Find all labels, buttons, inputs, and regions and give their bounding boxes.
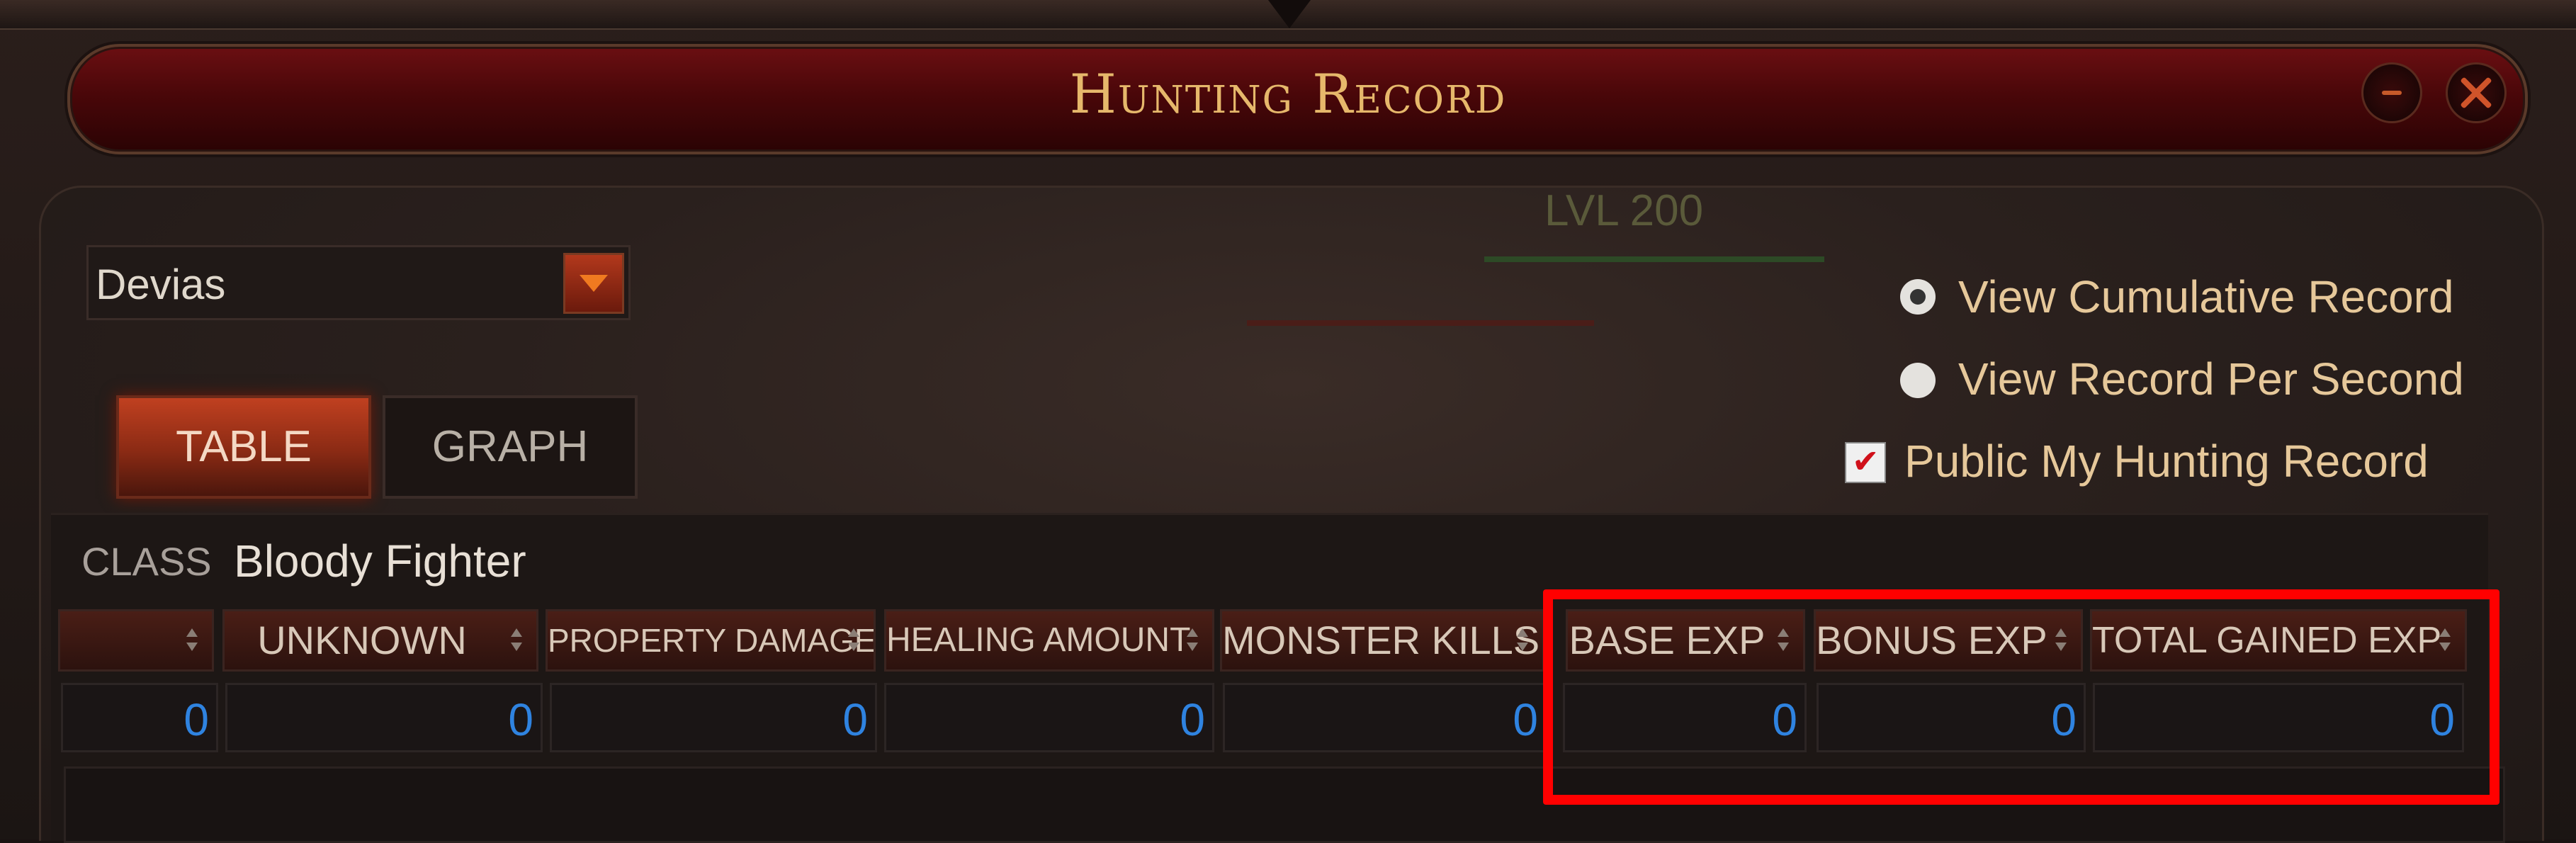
dropdown-arrow-button[interactable] [563, 253, 624, 314]
map-dropdown-value: Devias [96, 261, 226, 308]
sort-icon [185, 627, 199, 654]
column-header-unknown[interactable]: UNKNOWN [222, 609, 538, 672]
public-record-label: Public My Hunting Record [1904, 436, 2429, 487]
table-cell: 0 [884, 683, 1214, 752]
public-record-checkbox[interactable]: ✔ [1845, 442, 1886, 483]
option-view-per-second-label: View Record Per Second [1958, 353, 2464, 404]
column-header-healing-amount[interactable]: HEALING AMOUNT [884, 609, 1214, 672]
radio-view-per-second[interactable] [1900, 363, 1936, 398]
minimize-button[interactable] [2361, 62, 2422, 123]
sort-icon [1185, 627, 1199, 654]
class-value: Bloody Fighter [234, 536, 526, 587]
table-cell: 0 [225, 683, 543, 752]
tab-table[interactable]: TABLE [116, 395, 371, 499]
column-header-blank[interactable] [58, 609, 214, 672]
option-view-cumulative-label: View Cumulative Record [1958, 271, 2454, 322]
sort-icon [1515, 627, 1530, 654]
table-cell: 0 [550, 683, 877, 752]
table-cell: 0 [61, 683, 218, 752]
sort-icon [509, 627, 524, 654]
level-text: LVL 200 [1544, 186, 1704, 235]
ornament-notch [1268, 0, 1311, 28]
sort-icon [847, 627, 861, 654]
table-cell: 0 [1223, 683, 1547, 752]
tab-graph[interactable]: GRAPH [383, 395, 638, 499]
minimize-icon [2382, 91, 2402, 95]
column-header-property-damage[interactable]: PROPERTY DAMAGE [546, 609, 876, 672]
top-ornament [0, 0, 2576, 30]
exp-columns-highlight [1543, 589, 2499, 805]
hp-bar [1484, 256, 1824, 262]
column-header-monster-kills[interactable]: MONSTER KILLS [1220, 609, 1544, 672]
close-button[interactable] [2446, 62, 2507, 123]
map-dropdown[interactable]: Devias [86, 245, 631, 320]
chevron-down-icon [580, 275, 608, 292]
window-title: Hunting Record [1069, 62, 1507, 125]
checkmark-icon: ✔ [1852, 442, 1880, 480]
name-bar [1247, 320, 1594, 326]
class-label: CLASS [81, 539, 212, 584]
radio-view-cumulative[interactable] [1900, 279, 1936, 315]
